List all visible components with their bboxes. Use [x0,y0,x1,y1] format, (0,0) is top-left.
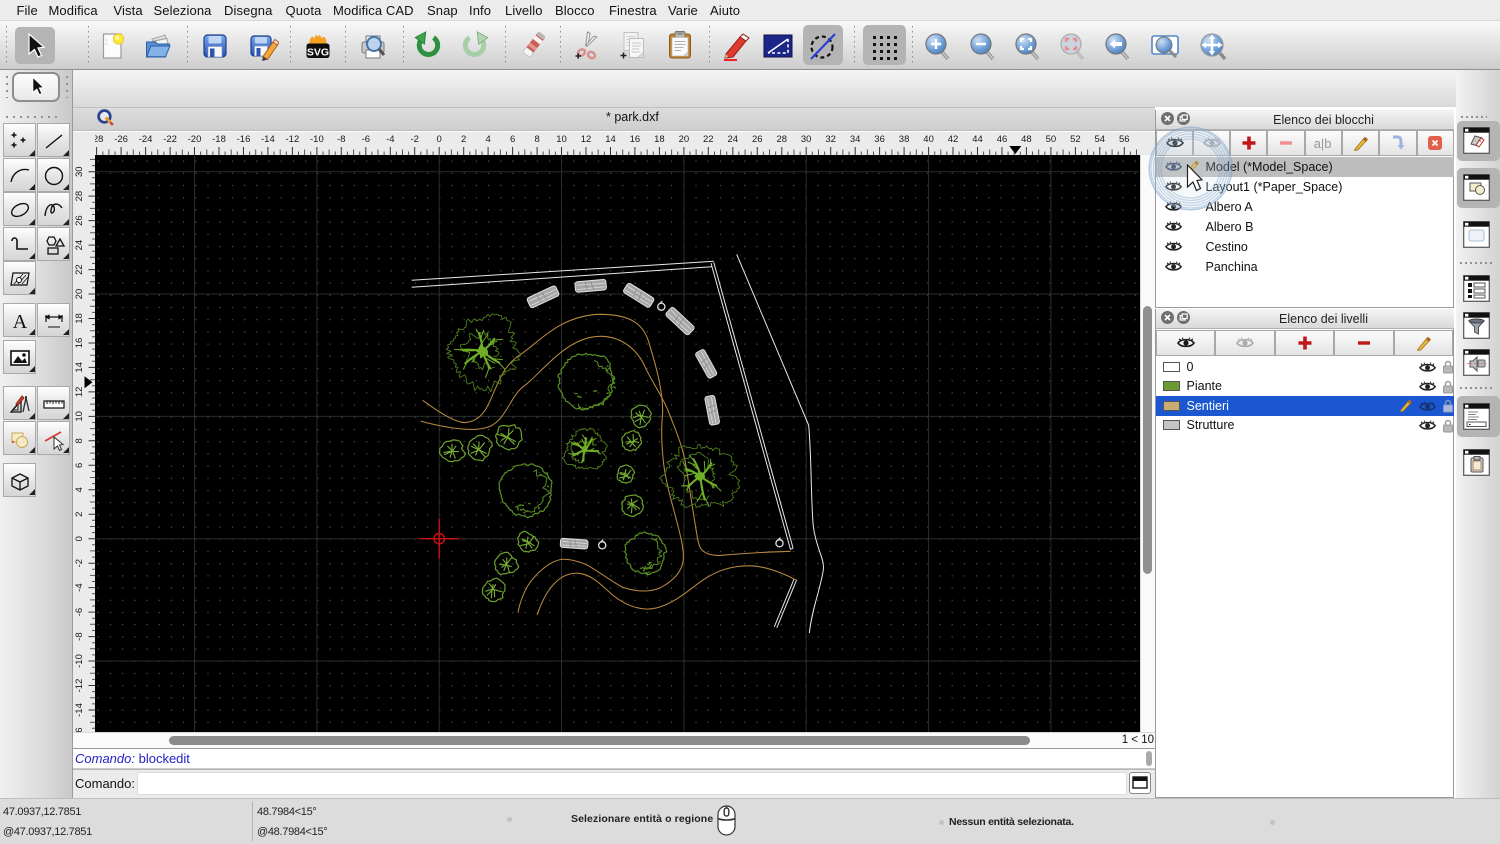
svg-text:4: 4 [74,487,85,492]
svg-text:2: 2 [461,134,466,145]
svg-text:8: 8 [535,134,540,145]
svg-text:-28: -28 [95,134,103,145]
svg-text:26: 26 [74,215,85,226]
svg-text:-6: -6 [362,134,370,145]
svg-text:42: 42 [948,134,959,145]
svg-text:32: 32 [826,134,837,145]
svg-text:18: 18 [74,313,85,324]
svg-text:-12: -12 [74,678,85,692]
svg-text:12: 12 [74,386,85,397]
svg-text:10: 10 [74,411,85,422]
svg-text:SVG: SVG [306,46,328,58]
svg-text:4: 4 [486,134,491,145]
svg-text:-4: -4 [386,134,394,145]
svg-text:28: 28 [777,134,788,145]
svg-text:-14: -14 [74,703,85,717]
svg-text:-12: -12 [286,134,300,145]
svg-text:-8: -8 [74,632,85,640]
svg-text:30: 30 [801,134,812,145]
svg-text:0: 0 [437,134,442,145]
svg-text:-10: -10 [310,134,324,145]
svg-text:54: 54 [1095,134,1106,145]
svg-text:50: 50 [1046,134,1057,145]
svg-text:14: 14 [606,134,617,145]
svg-text:14: 14 [74,362,85,373]
svg-text:20: 20 [74,288,85,299]
svg-text:22: 22 [703,134,714,145]
svg-text:28: 28 [74,190,85,201]
svg-text:-2: -2 [74,559,85,567]
svg-text:A: A [13,311,28,333]
svg-text:-22: -22 [164,134,178,145]
svg-text:-20: -20 [188,134,202,145]
svg-text:0: 0 [74,536,85,541]
svg-text:2: 2 [74,511,85,516]
svg-text:34: 34 [850,134,861,145]
svg-text:-4: -4 [74,583,85,591]
svg-text:10: 10 [557,134,568,145]
svg-text:-26: -26 [115,134,129,145]
svg-text:16: 16 [74,337,85,348]
svg-text:16: 16 [630,134,641,145]
svg-text:26: 26 [752,134,763,145]
svg-text:46: 46 [997,134,1008,145]
svg-text:-14: -14 [261,134,275,145]
svg-text:-16: -16 [237,134,251,145]
svg-text:-10: -10 [74,654,85,668]
svg-text:-2: -2 [411,134,419,145]
svg-text:40: 40 [924,134,935,145]
svg-text:30: 30 [74,166,85,177]
svg-text:-24: -24 [139,134,153,145]
svg-text:24: 24 [74,239,85,250]
svg-text:36: 36 [875,134,886,145]
svg-text:48: 48 [1021,134,1032,145]
svg-text:6: 6 [74,462,85,467]
svg-text:44: 44 [973,134,984,145]
svg-text:38: 38 [899,134,910,145]
svg-text:18: 18 [654,134,665,145]
svg-text:12: 12 [581,134,592,145]
svg-text:-8: -8 [337,134,345,145]
svg-text:-18: -18 [212,134,226,145]
svg-text:8: 8 [74,438,85,443]
svg-text:-6: -6 [74,608,85,616]
svg-text:56: 56 [1119,134,1130,145]
svg-text:22: 22 [74,264,85,275]
svg-text:24: 24 [728,134,739,145]
svg-text:52: 52 [1070,134,1081,145]
svg-text:6: 6 [510,134,515,145]
svg-text:20: 20 [679,134,690,145]
